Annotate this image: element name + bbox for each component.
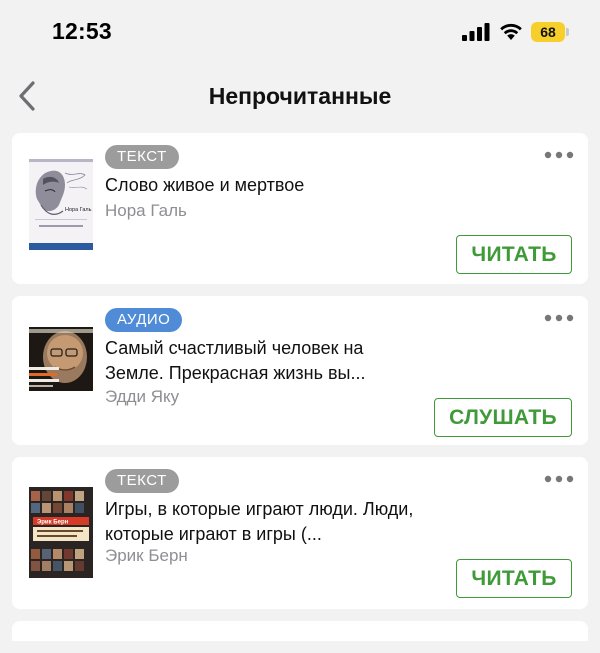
- book-cover: [29, 327, 93, 391]
- cover-author-text: Нора Галь: [65, 207, 92, 213]
- wifi-icon: [500, 23, 522, 40]
- book-list: Нора Галь ТЕКСТ Слово живое и мертвое Но…: [12, 133, 588, 653]
- more-options-icon[interactable]: [543, 311, 575, 325]
- signal-icon: [462, 23, 490, 41]
- book-card[interactable]: Эрик Берн ТЕКСТ Игры, в которые играют л…: [12, 457, 588, 609]
- cover-author-text: Эрик Берн: [37, 520, 69, 526]
- book-author: Эдди Яку: [105, 387, 180, 406]
- read-button[interactable]: ЧИТАТЬ: [456, 235, 572, 274]
- battery-nub: [566, 28, 569, 36]
- read-button[interactable]: ЧИТАТЬ: [456, 559, 572, 598]
- book-cover: Эрик Берн: [29, 487, 93, 578]
- status-bar: 12:53 68: [0, 0, 600, 66]
- book-card[interactable]: АУДИО Самый счастливый человек на Земле.…: [12, 296, 588, 445]
- book-card-partial[interactable]: [12, 621, 588, 641]
- more-options-icon[interactable]: [543, 472, 575, 486]
- battery-level: 68: [531, 22, 565, 42]
- book-author: Эрик Берн: [105, 546, 188, 565]
- more-options-icon[interactable]: [543, 148, 575, 162]
- format-badge: АУДИО: [105, 308, 183, 332]
- book-title: Слово живое и мертвое: [105, 175, 305, 195]
- nav-header: Непрочитанные: [0, 66, 600, 126]
- format-badge: ТЕКСТ: [105, 469, 179, 493]
- battery-icon: 68: [531, 22, 569, 42]
- status-time: 12:53: [52, 18, 112, 44]
- format-badge: ТЕКСТ: [105, 145, 179, 169]
- page-title: Непрочитанные: [208, 83, 392, 109]
- listen-button[interactable]: СЛУШАТЬ: [434, 398, 572, 437]
- book-cover: Нора Галь: [29, 159, 93, 250]
- book-card[interactable]: Нора Галь ТЕКСТ Слово живое и мертвое Но…: [12, 133, 588, 284]
- book-title: Игры, в которые играют люди. Люди, котор…: [105, 499, 414, 544]
- book-author: Нора Галь: [105, 201, 187, 220]
- book-title: Самый счастливый человек на Земле. Прекр…: [105, 338, 366, 383]
